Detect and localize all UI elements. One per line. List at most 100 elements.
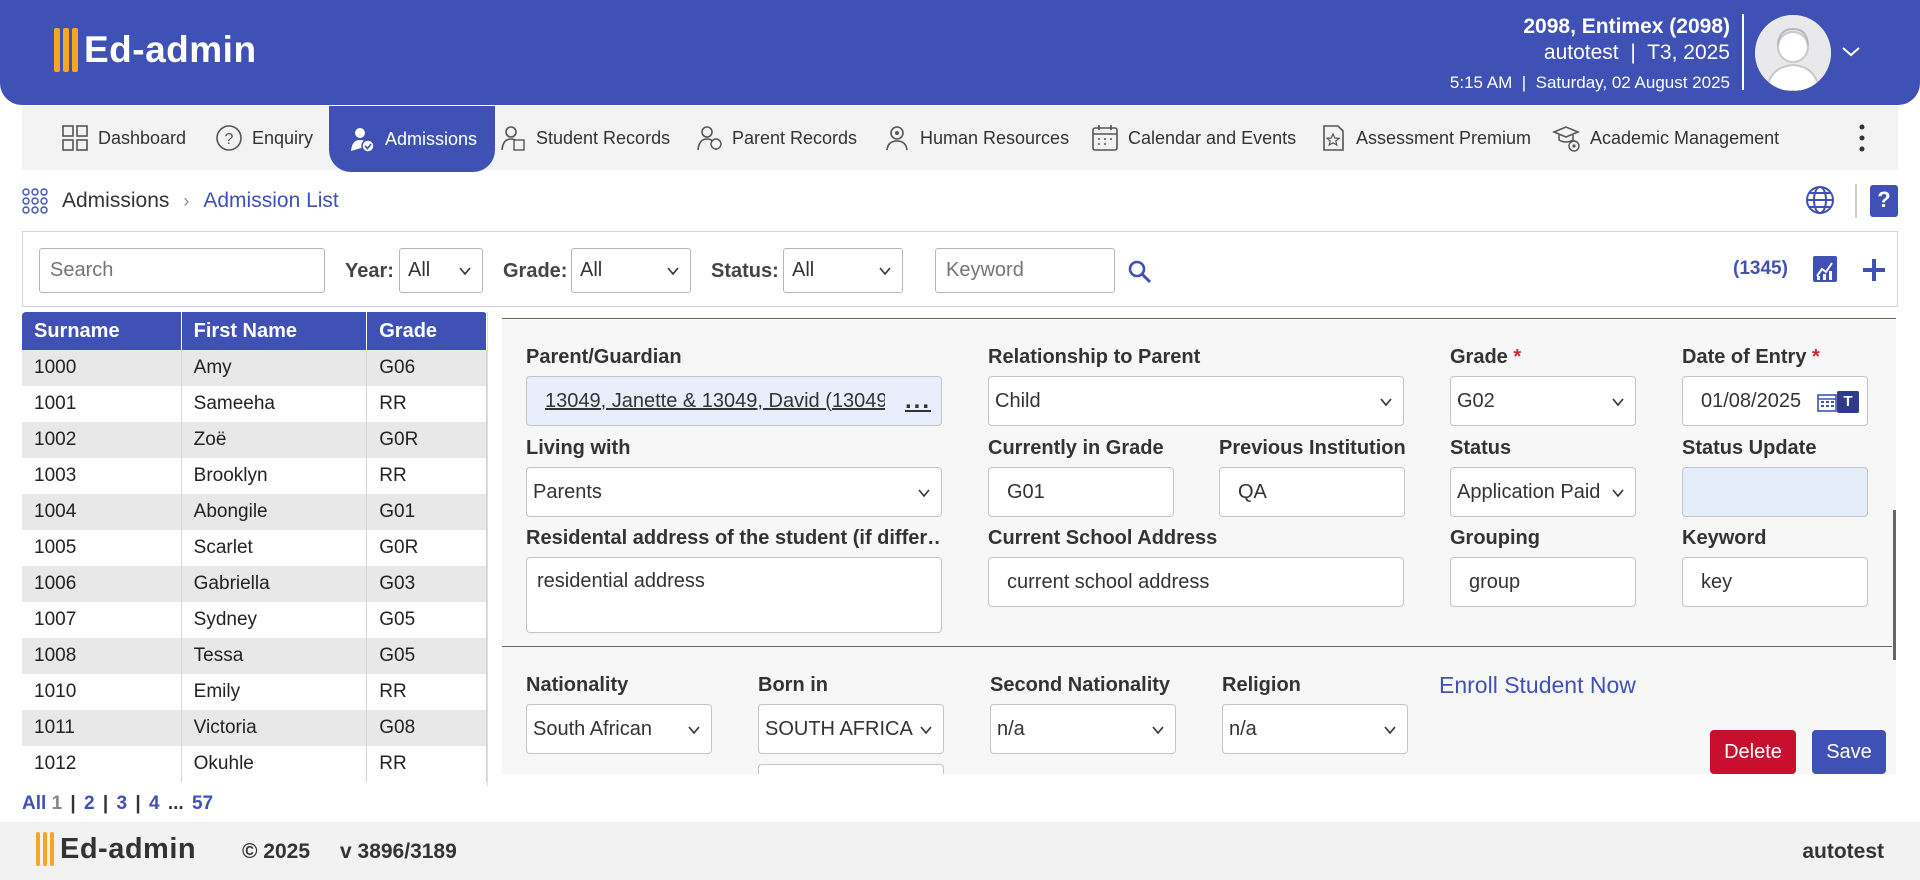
cell-first-name: Amy xyxy=(182,350,368,386)
page-1[interactable]: 1 xyxy=(52,793,63,814)
keyword-field[interactable]: key xyxy=(1682,557,1868,607)
page-4[interactable]: 4 xyxy=(149,793,160,814)
nav-item-parent-records[interactable]: Parent Records xyxy=(694,106,857,170)
parent-guardian-label: Parent/Guardian xyxy=(526,346,682,368)
more-vertical-icon[interactable] xyxy=(1852,122,1872,154)
parent-guardian-value[interactable]: 13049, Janette & 13049, David (13049) xyxy=(545,390,885,413)
table-row[interactable]: 1006 Gabriella G03 xyxy=(22,566,487,602)
cell-surname: 1004 xyxy=(22,494,182,530)
nationality-select[interactable]: South African xyxy=(526,704,712,754)
column-header-first-name[interactable]: First Name xyxy=(182,312,368,350)
grade-select-value: All xyxy=(580,259,603,281)
divider xyxy=(1855,184,1857,218)
table-row[interactable]: 1000 Amy G06 xyxy=(22,350,487,386)
table-row[interactable]: 1012 Okuhle RR xyxy=(22,746,487,782)
academic-icon xyxy=(1552,126,1580,152)
grade-field-select[interactable]: G02 xyxy=(1450,376,1636,426)
calendar-icon[interactable] xyxy=(1817,392,1837,412)
apps-grid-icon[interactable] xyxy=(22,188,48,214)
cell-first-name: Tessa xyxy=(182,638,368,674)
cell-first-name: Okuhle xyxy=(182,746,368,782)
table-row[interactable]: 1003 Brooklyn RR xyxy=(22,458,487,494)
breadcrumb-current[interactable]: Admission List xyxy=(203,189,338,213)
breadcrumb: Admissions › Admission List xyxy=(22,186,339,216)
grade-select[interactable]: All xyxy=(571,248,691,293)
nav-item-human-resources[interactable]: Human Resources xyxy=(882,106,1069,170)
grade-field-label: Grade * xyxy=(1450,346,1521,369)
second-nationality-select[interactable]: n/a xyxy=(990,704,1176,754)
search-input[interactable] xyxy=(39,248,325,293)
more-options-icon[interactable]: ... xyxy=(905,387,931,415)
relationship-value: Child xyxy=(995,389,1041,412)
page-2[interactable]: 2 xyxy=(84,793,95,814)
app-logo[interactable]: Ed-admin xyxy=(54,28,257,72)
keyword-input[interactable] xyxy=(935,248,1115,293)
year-label: Year: xyxy=(345,260,394,282)
residential-address-label: Residental address of the student (if di… xyxy=(526,527,942,549)
relationship-select[interactable]: Child xyxy=(988,376,1404,426)
report-chart-icon[interactable] xyxy=(1811,254,1841,286)
page-all[interactable]: All xyxy=(22,793,46,814)
help-icon[interactable]: ? xyxy=(1870,185,1898,217)
nav-item-enquiry[interactable]: ? Enquiry xyxy=(214,106,313,170)
avatar[interactable] xyxy=(1755,15,1831,91)
grade-label: Grade: xyxy=(503,260,568,282)
scrollbar[interactable] xyxy=(1893,510,1896,660)
status-field-select[interactable]: Application Paid xyxy=(1450,467,1636,517)
page-3[interactable]: 3 xyxy=(117,793,128,814)
current-school-address-field[interactable]: current school address xyxy=(988,557,1404,607)
globe-icon[interactable] xyxy=(1804,184,1836,216)
table-row[interactable]: 1001 Sameeha RR xyxy=(22,386,487,422)
previous-institution-field[interactable]: QA xyxy=(1219,467,1405,517)
nav-item-student-records[interactable]: Student Records xyxy=(498,106,670,170)
table-row[interactable]: 1004 Abongile G01 xyxy=(22,494,487,530)
status-select-value: All xyxy=(792,259,815,281)
delete-button[interactable]: Delete xyxy=(1710,730,1796,774)
table-row[interactable]: 1011 Victoria G08 xyxy=(22,710,487,746)
year-select[interactable]: All xyxy=(399,248,483,293)
nav-item-admissions[interactable]: Admissions xyxy=(329,106,496,172)
table-row[interactable]: 1005 Scarlet G0R xyxy=(22,530,487,566)
status-select[interactable]: All xyxy=(783,248,903,293)
nav-label: Enquiry xyxy=(252,127,314,148)
nav-item-academic[interactable]: Academic Management xyxy=(1552,106,1779,170)
second-nationality-value: n/a xyxy=(997,717,1025,740)
table-row[interactable]: 1010 Emily RR xyxy=(22,674,487,710)
table-row[interactable]: 1008 Tessa G05 xyxy=(22,638,487,674)
living-with-select[interactable]: Parents xyxy=(526,467,942,517)
nav-item-calendar[interactable]: Calendar and Events xyxy=(1090,106,1296,170)
today-icon[interactable]: T xyxy=(1837,391,1859,413)
status-update-field[interactable] xyxy=(1682,467,1868,517)
divider: | xyxy=(1624,41,1642,64)
table-row[interactable]: 1007 Sydney G05 xyxy=(22,602,487,638)
cell-grade: G05 xyxy=(367,638,487,674)
born-in-select[interactable]: SOUTH AFRICA xyxy=(758,704,944,754)
grouping-field[interactable]: group xyxy=(1450,557,1636,607)
currently-in-grade-field[interactable]: G01 xyxy=(988,467,1174,517)
nav-item-dashboard[interactable]: Dashboard xyxy=(60,106,186,170)
breadcrumb-home[interactable]: Admissions xyxy=(62,189,169,213)
add-icon[interactable] xyxy=(1859,254,1889,286)
cell-first-name: Zoë xyxy=(182,422,368,458)
user-term: autotest | T3, 2025 xyxy=(1450,40,1730,66)
residential-address-field[interactable]: residential address xyxy=(526,557,942,633)
table-row[interactable]: 1002 Zoë G0R xyxy=(22,422,487,458)
pagination: All 1 | 2 | 3 | 4 ... 57 xyxy=(22,793,213,815)
column-header-grade[interactable]: Grade xyxy=(367,312,487,350)
chevron-down-icon[interactable] xyxy=(1840,40,1862,62)
date-of-entry-field[interactable]: 01/08/2025 T xyxy=(1682,376,1868,426)
assessment-icon xyxy=(1323,125,1344,151)
save-button[interactable]: Save xyxy=(1812,730,1886,774)
search-icon[interactable] xyxy=(1127,259,1153,285)
page-last[interactable]: 57 xyxy=(192,793,213,814)
divider: | xyxy=(102,793,109,814)
enroll-student-link[interactable]: Enroll Student Now xyxy=(1439,672,1636,699)
nav-item-assessment[interactable]: Assessment Premium xyxy=(1318,106,1531,170)
column-header-surname[interactable]: Surname xyxy=(22,312,182,350)
religion-select[interactable]: n/a xyxy=(1222,704,1408,754)
status-field-label: Status xyxy=(1450,437,1512,459)
born-in-secondary-field[interactable] xyxy=(758,764,944,774)
user-avatar-icon xyxy=(1755,15,1831,91)
current-school-address-value: current school address xyxy=(1007,570,1210,593)
parent-guardian-field[interactable]: 13049, Janette & 13049, David (13049) ..… xyxy=(526,376,942,426)
